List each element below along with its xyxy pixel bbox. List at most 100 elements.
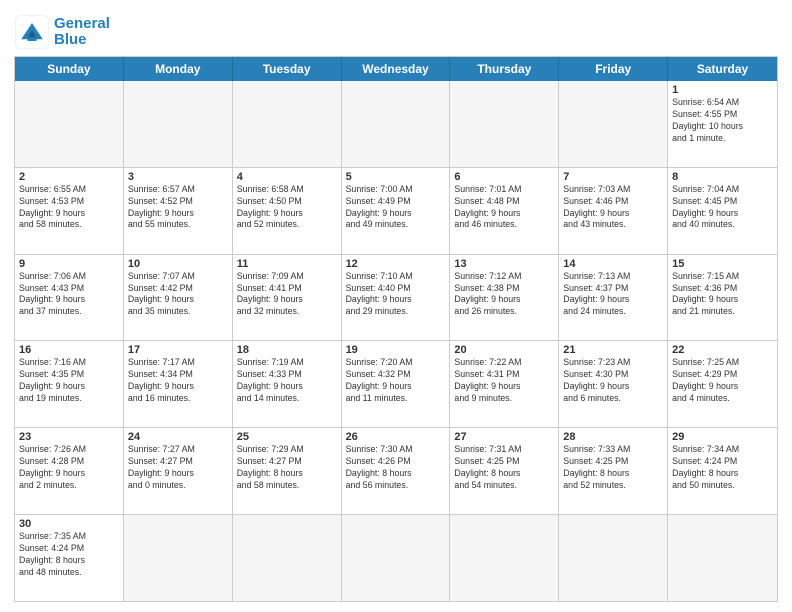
cal-cell [124,81,233,167]
cal-cell: 24Sunrise: 7:27 AM Sunset: 4:27 PM Dayli… [124,428,233,514]
header-day-sunday: Sunday [15,57,124,81]
cal-cell: 13Sunrise: 7:12 AM Sunset: 4:38 PM Dayli… [450,255,559,341]
day-number: 1 [672,84,773,96]
header-day-monday: Monday [124,57,233,81]
cell-info: Sunrise: 7:30 AM Sunset: 4:26 PM Dayligh… [346,444,446,492]
cell-info: Sunrise: 7:25 AM Sunset: 4:29 PM Dayligh… [672,357,773,405]
header-day-thursday: Thursday [450,57,559,81]
day-number: 3 [128,171,228,183]
cal-row: 16Sunrise: 7:16 AM Sunset: 4:35 PM Dayli… [15,340,777,427]
cal-cell: 17Sunrise: 7:17 AM Sunset: 4:34 PM Dayli… [124,341,233,427]
day-number: 26 [346,431,446,443]
day-number: 15 [672,258,773,270]
cal-cell: 4Sunrise: 6:58 AM Sunset: 4:50 PM Daylig… [233,168,342,254]
cal-cell: 25Sunrise: 7:29 AM Sunset: 4:27 PM Dayli… [233,428,342,514]
cell-info: Sunrise: 7:27 AM Sunset: 4:27 PM Dayligh… [128,444,228,492]
cal-cell [559,81,668,167]
cal-cell: 11Sunrise: 7:09 AM Sunset: 4:41 PM Dayli… [233,255,342,341]
cal-cell [124,515,233,601]
logo-text: General Blue [54,16,110,49]
cal-cell [233,81,342,167]
cal-cell [450,81,559,167]
day-number: 11 [237,258,337,270]
cell-info: Sunrise: 6:58 AM Sunset: 4:50 PM Dayligh… [237,184,337,232]
cal-row: 9Sunrise: 7:06 AM Sunset: 4:43 PM Daylig… [15,254,777,341]
cell-info: Sunrise: 7:22 AM Sunset: 4:31 PM Dayligh… [454,357,554,405]
cell-info: Sunrise: 7:03 AM Sunset: 4:46 PM Dayligh… [563,184,663,232]
cal-cell: 5Sunrise: 7:00 AM Sunset: 4:49 PM Daylig… [342,168,451,254]
day-number: 10 [128,258,228,270]
day-number: 25 [237,431,337,443]
logo-icon [14,14,50,50]
cal-cell: 12Sunrise: 7:10 AM Sunset: 4:40 PM Dayli… [342,255,451,341]
day-number: 23 [19,431,119,443]
cell-info: Sunrise: 7:13 AM Sunset: 4:37 PM Dayligh… [563,271,663,319]
day-number: 19 [346,344,446,356]
day-number: 18 [237,344,337,356]
cal-cell: 1Sunrise: 6:54 AM Sunset: 4:55 PM Daylig… [668,81,777,167]
calendar-body: 1Sunrise: 6:54 AM Sunset: 4:55 PM Daylig… [15,81,777,601]
day-number: 14 [563,258,663,270]
cell-info: Sunrise: 7:15 AM Sunset: 4:36 PM Dayligh… [672,271,773,319]
cal-cell: 15Sunrise: 7:15 AM Sunset: 4:36 PM Dayli… [668,255,777,341]
cell-info: Sunrise: 7:00 AM Sunset: 4:49 PM Dayligh… [346,184,446,232]
cal-cell: 26Sunrise: 7:30 AM Sunset: 4:26 PM Dayli… [342,428,451,514]
cal-cell: 29Sunrise: 7:34 AM Sunset: 4:24 PM Dayli… [668,428,777,514]
cal-cell: 6Sunrise: 7:01 AM Sunset: 4:48 PM Daylig… [450,168,559,254]
cal-cell: 21Sunrise: 7:23 AM Sunset: 4:30 PM Dayli… [559,341,668,427]
cell-info: Sunrise: 7:06 AM Sunset: 4:43 PM Dayligh… [19,271,119,319]
day-number: 21 [563,344,663,356]
cal-cell: 8Sunrise: 7:04 AM Sunset: 4:45 PM Daylig… [668,168,777,254]
header-day-friday: Friday [559,57,668,81]
cal-cell [342,515,451,601]
cell-info: Sunrise: 7:04 AM Sunset: 4:45 PM Dayligh… [672,184,773,232]
cal-cell: 20Sunrise: 7:22 AM Sunset: 4:31 PM Dayli… [450,341,559,427]
cal-cell: 3Sunrise: 6:57 AM Sunset: 4:52 PM Daylig… [124,168,233,254]
cell-info: Sunrise: 6:55 AM Sunset: 4:53 PM Dayligh… [19,184,119,232]
cell-info: Sunrise: 7:23 AM Sunset: 4:30 PM Dayligh… [563,357,663,405]
header-day-wednesday: Wednesday [342,57,451,81]
cell-info: Sunrise: 7:17 AM Sunset: 4:34 PM Dayligh… [128,357,228,405]
cal-cell: 22Sunrise: 7:25 AM Sunset: 4:29 PM Dayli… [668,341,777,427]
cell-info: Sunrise: 6:54 AM Sunset: 4:55 PM Dayligh… [672,97,773,145]
cal-cell [668,515,777,601]
cal-cell: 9Sunrise: 7:06 AM Sunset: 4:43 PM Daylig… [15,255,124,341]
cell-info: Sunrise: 7:19 AM Sunset: 4:33 PM Dayligh… [237,357,337,405]
cal-cell: 2Sunrise: 6:55 AM Sunset: 4:53 PM Daylig… [15,168,124,254]
cell-info: Sunrise: 6:57 AM Sunset: 4:52 PM Dayligh… [128,184,228,232]
cal-cell [559,515,668,601]
day-number: 12 [346,258,446,270]
header-day-tuesday: Tuesday [233,57,342,81]
day-number: 8 [672,171,773,183]
cell-info: Sunrise: 7:26 AM Sunset: 4:28 PM Dayligh… [19,444,119,492]
cal-cell: 14Sunrise: 7:13 AM Sunset: 4:37 PM Dayli… [559,255,668,341]
day-number: 24 [128,431,228,443]
header: General Blue [14,10,778,50]
cal-cell: 28Sunrise: 7:33 AM Sunset: 4:25 PM Dayli… [559,428,668,514]
day-number: 7 [563,171,663,183]
day-number: 30 [19,518,119,530]
cal-row: 2Sunrise: 6:55 AM Sunset: 4:53 PM Daylig… [15,167,777,254]
day-number: 29 [672,431,773,443]
day-number: 28 [563,431,663,443]
day-number: 5 [346,171,446,183]
cal-cell: 16Sunrise: 7:16 AM Sunset: 4:35 PM Dayli… [15,341,124,427]
cal-cell [15,81,124,167]
day-number: 9 [19,258,119,270]
cal-cell: 10Sunrise: 7:07 AM Sunset: 4:42 PM Dayli… [124,255,233,341]
day-number: 22 [672,344,773,356]
day-number: 16 [19,344,119,356]
day-number: 17 [128,344,228,356]
day-number: 4 [237,171,337,183]
cal-cell: 30Sunrise: 7:35 AM Sunset: 4:24 PM Dayli… [15,515,124,601]
cal-cell: 23Sunrise: 7:26 AM Sunset: 4:28 PM Dayli… [15,428,124,514]
logo: General Blue [14,14,110,50]
cell-info: Sunrise: 7:01 AM Sunset: 4:48 PM Dayligh… [454,184,554,232]
header-day-saturday: Saturday [668,57,777,81]
calendar: SundayMondayTuesdayWednesdayThursdayFrid… [14,56,778,602]
cal-row: 1Sunrise: 6:54 AM Sunset: 4:55 PM Daylig… [15,81,777,167]
cal-cell: 27Sunrise: 7:31 AM Sunset: 4:25 PM Dayli… [450,428,559,514]
cal-cell [342,81,451,167]
cal-cell: 7Sunrise: 7:03 AM Sunset: 4:46 PM Daylig… [559,168,668,254]
cell-info: Sunrise: 7:31 AM Sunset: 4:25 PM Dayligh… [454,444,554,492]
